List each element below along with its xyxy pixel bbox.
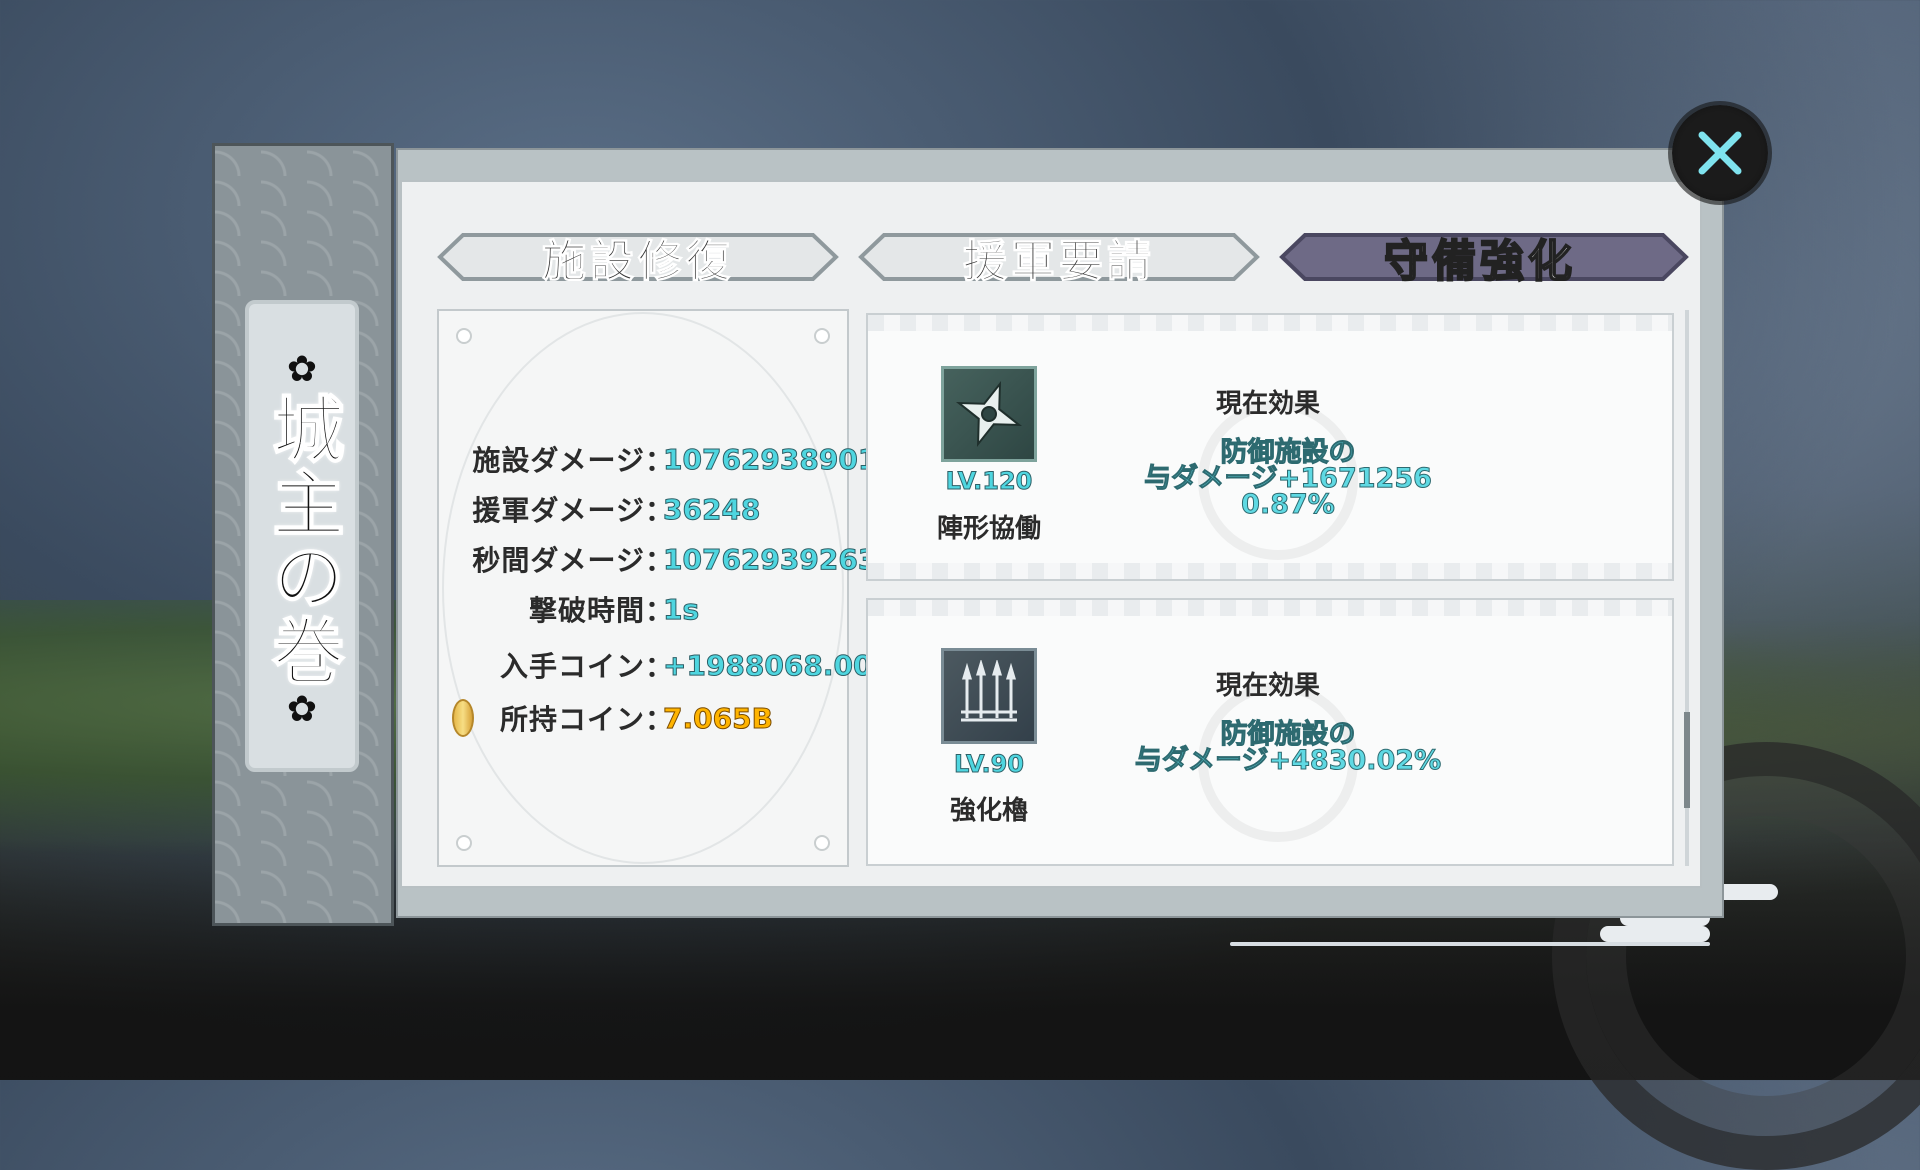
tab-label: 守備強化: [1383, 235, 1576, 288]
stat-label: 入手コイン: [499, 650, 645, 683]
skill-card[interactable]: LV.120 陣形協働 現在効果 防御施設の 与ダメージ+1671256 0.8…: [866, 313, 1674, 581]
stat-colon: ：: [645, 444, 674, 477]
swoosh-decoration: [1230, 942, 1710, 946]
stat-colon: ：: [645, 494, 674, 527]
skill-level: LV.120: [945, 467, 1033, 496]
gold-coin-icon: [452, 699, 474, 737]
skill-name: 強化櫓: [949, 796, 1028, 826]
stat-value: 1s: [662, 592, 700, 626]
stat-reinforce-damage: 援軍ダメージ ： 36248: [440, 489, 761, 529]
shuriken-icon[interactable]: [941, 366, 1037, 462]
effect-text: 防御施設の 与ダメージ+1671256 0.87%: [1068, 439, 1508, 520]
corner-dot: [814, 835, 830, 851]
stat-label: 所持コイン: [499, 703, 645, 736]
stat-label: 施設ダメージ: [472, 444, 645, 477]
stat-coins-owned: 所持コイン ： 7.065B: [452, 698, 773, 738]
stat-label: 援軍ダメージ: [472, 494, 645, 527]
effect-title: 現在効果: [1215, 671, 1320, 701]
tab-label: 施設修復: [542, 236, 734, 288]
tab-defense-strengthen[interactable]: 守備強化: [1279, 232, 1689, 288]
tab-reinforcement-request[interactable]: 援軍要請: [858, 232, 1260, 288]
skill-list[interactable]: LV.120 陣形協働 現在効果 防御施設の 与ダメージ+1671256 0.8…: [866, 313, 1674, 866]
skill-level: LV.90: [954, 750, 1025, 779]
stat-colon: ：: [645, 650, 674, 683]
spear-fence-glyph: [961, 660, 1017, 722]
close-icon: [1698, 131, 1742, 175]
stat-coin-gain: 入手コイン ： +1988068.00/s: [440, 645, 900, 685]
effect-line: 与ダメージ+4830.02%: [1134, 745, 1442, 776]
scroll-title: 城主の巻: [259, 391, 345, 689]
stats-panel: [437, 309, 849, 867]
shuriken-glyph: [955, 380, 1023, 448]
spear-fence-icon[interactable]: [941, 648, 1037, 744]
tab-facility-repair[interactable]: 施設修復: [437, 232, 839, 288]
scrollbar-thumb[interactable]: [1684, 712, 1690, 808]
swoosh-decoration: [1600, 926, 1710, 942]
stat-colon: ：: [645, 703, 674, 736]
card-band: [868, 563, 1672, 579]
stat-value: 7.065B: [663, 701, 774, 735]
effect-title: 現在効果: [1215, 389, 1320, 419]
stat-value: 36248: [662, 492, 761, 526]
stat-defeat-time: 撃破時間 ： 1s: [440, 589, 700, 629]
stat-colon: ：: [645, 594, 674, 627]
stat-value: +1988068.00/s: [662, 648, 900, 682]
corner-dot: [814, 328, 830, 344]
stat-colon: ：: [645, 544, 674, 577]
stat-per-second-damage: 秒間ダメージ ： 1076293926387: [440, 539, 916, 579]
card-band: [868, 315, 1672, 331]
corner-dot: [456, 835, 472, 851]
scroll-label: ✿ 城主の巻 ✿: [245, 300, 359, 772]
stat-label: 秒間ダメージ: [472, 544, 645, 577]
sakura-icon: ✿: [286, 349, 318, 390]
stat-label: 撃破時間: [528, 594, 645, 627]
stat-facility-damage: 施設ダメージ ： 1076293890139: [440, 439, 916, 479]
corner-dot: [456, 328, 472, 344]
skill-name: 陣形協働: [936, 514, 1041, 544]
close-button[interactable]: [1672, 105, 1768, 201]
effect-text: 防御施設の 与ダメージ+4830.02%: [1068, 721, 1508, 776]
sakura-icon: ✿: [286, 689, 318, 730]
effect-line: 0.87%: [1241, 489, 1336, 520]
skill-card[interactable]: LV.90 強化櫓 現在効果 防御施設の 与ダメージ+4830.02%: [866, 598, 1674, 866]
card-band: [868, 600, 1672, 616]
tab-label: 援軍要請: [963, 236, 1155, 288]
